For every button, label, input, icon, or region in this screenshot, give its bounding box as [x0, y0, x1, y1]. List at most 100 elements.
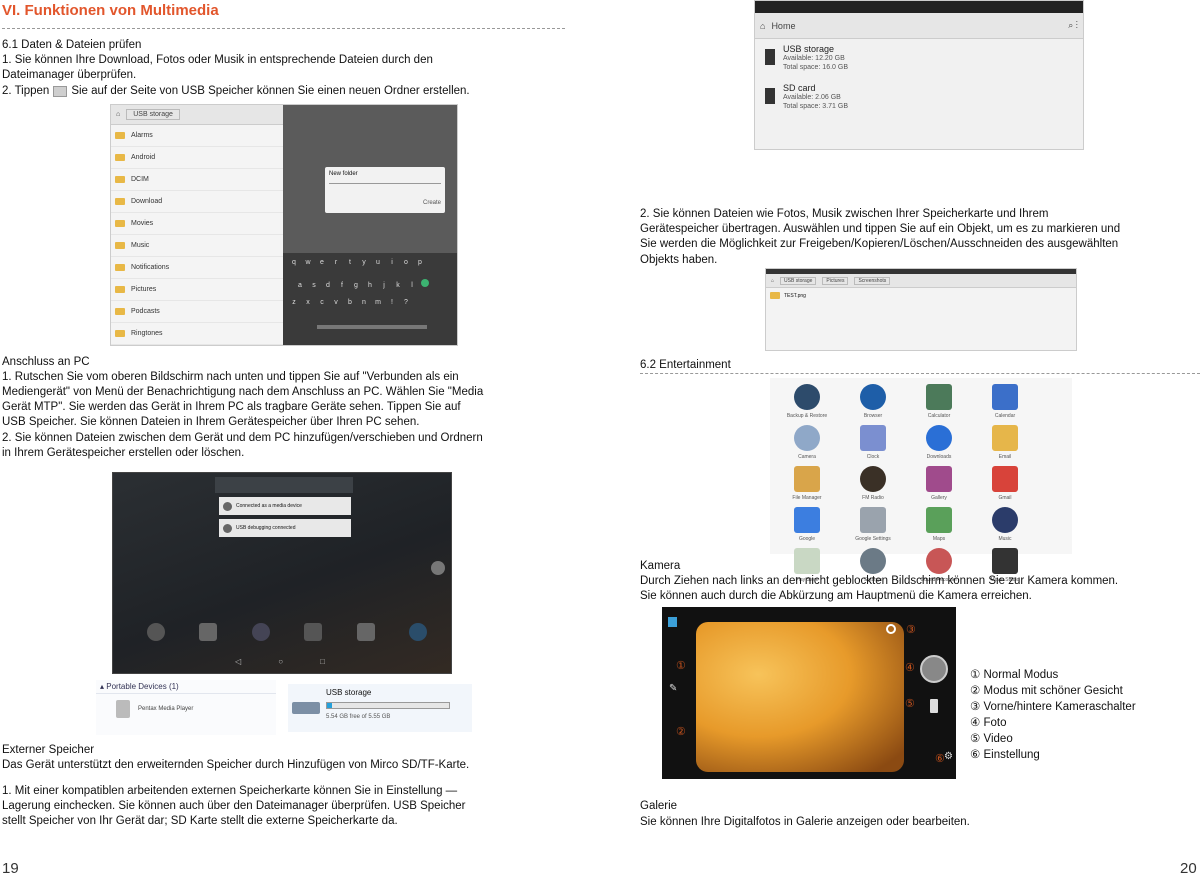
section-title: Externer Speicher: [2, 744, 95, 756]
apps-drawer-icon: [431, 561, 445, 575]
file-manager-screenshot: ⌂ USB storage ⌕ ⋮ Alarms Android DCIM Do…: [110, 104, 458, 346]
home-icon: ○: [278, 657, 284, 666]
dialog-input: [329, 183, 441, 184]
notification-item: USB debugging connected: [219, 519, 351, 537]
app-camera: Camera: [774, 425, 840, 460]
notification-screenshot: Connected as a media device USB debuggin…: [112, 472, 452, 674]
sd-card-icon: [765, 88, 775, 104]
go-key: [420, 279, 429, 287]
kb-row: qwertyuiop: [292, 259, 422, 266]
usb-icon: [223, 501, 232, 511]
section-title: Galerie: [640, 800, 678, 812]
paragraph-text: Sie auf der Seite von USB Speicher könne…: [71, 85, 470, 97]
usb-label: USB storage: [326, 688, 372, 697]
app-gallery: Gallery: [906, 466, 972, 501]
paragraph-text: 2. Tippen: [2, 85, 50, 97]
app-icon: [356, 623, 375, 641]
home-icon: ⌂: [760, 20, 766, 31]
breadcrumb: ⌂ USB storage Pictures Screenshots: [766, 274, 1076, 288]
media-player-icon: [116, 700, 130, 718]
app-gmail: Gmail: [972, 466, 1038, 501]
app-google-settings: Google Settings: [840, 507, 906, 542]
back-icon: ◁: [235, 657, 242, 666]
app-downloads: Downloads: [906, 425, 972, 460]
home-icon: ⌂: [116, 111, 121, 118]
legend-item: ③ Vorne/hintere Kameraschalter: [970, 701, 1136, 713]
keyboard: qwertyuiop asdfghjkl z x c v b n m!?: [287, 259, 457, 343]
settings-icon: ⚙: [944, 751, 953, 762]
folder-item: Alarms: [111, 125, 283, 147]
folder-icon: [115, 176, 125, 183]
paragraph-line: Gerätespeicher übertragen. Auswählen und…: [640, 223, 1121, 235]
paragraph-line: in Ihrem Gerätespeicher erstellen oder l…: [2, 447, 245, 459]
paragraph-line: Sie werden die Möglichkeit zur Freigeben…: [640, 238, 1119, 250]
home-icon: ⌂: [771, 277, 775, 284]
folder-icon: [115, 198, 125, 205]
folder-item: Download: [111, 191, 283, 213]
folder-icon: [115, 132, 125, 139]
sd-card-icon: [765, 49, 775, 65]
radio-icon: [860, 466, 886, 492]
app-maps: Maps: [906, 507, 972, 542]
settings-icon: [860, 548, 886, 574]
paragraph-line: Mediengerät" von Menü der Benachrichtigu…: [2, 386, 484, 398]
notif-header: [215, 477, 353, 493]
paragraph-line: 2. Tippen Sie auf der Seite von USB Spei…: [2, 84, 470, 99]
email-icon: [992, 425, 1018, 451]
folder-item: Ringtones: [111, 323, 283, 345]
section-title: Kamera: [640, 560, 681, 572]
app-fm-radio: FM Radio: [840, 466, 906, 501]
marker-5: ⑤: [905, 698, 915, 710]
section-title: 6.2 Entertainment: [640, 359, 731, 371]
paragraph-line: stellt Speicher von Ihr Gerät dar; SD Ka…: [2, 815, 398, 827]
folder-icon: [115, 242, 125, 249]
paragraph-line: 1. Rutschen Sie vom oberen Bildschirm na…: [2, 371, 459, 383]
folder-item: Music: [111, 235, 283, 257]
folder-item: Android: [111, 147, 283, 169]
fm-tab: USB storage: [126, 109, 180, 120]
app-backup: Backup & Restore: [774, 384, 840, 419]
image-file-icon: [770, 292, 780, 299]
file-item: TEST.png: [766, 288, 1076, 303]
divider: [2, 28, 565, 29]
app-email: Email: [972, 425, 1038, 460]
paragraph-line: Lagerung einchecken. Sie können auch übe…: [2, 800, 466, 812]
play-store-icon: [794, 548, 820, 574]
storage-screenshot: ⌂ Home ⌕ ⋮ USB storage Available: 12.20 G…: [754, 0, 1084, 150]
legend-item: ⑤ Video: [970, 733, 1013, 745]
folder-list: Alarms Android DCIM Download Movies Musi…: [111, 125, 283, 345]
paragraph-line: 1. Mit einer kompatiblen arbeitenden ext…: [2, 785, 458, 797]
folder-icon: [115, 154, 125, 161]
paragraph-line: 1. Sie können Ihre Download, Fotos oder …: [2, 54, 433, 66]
camera-preview: [696, 622, 904, 772]
new-folder-icon: [53, 85, 68, 97]
status-bar: [755, 1, 1083, 13]
marker-2: ②: [676, 726, 686, 738]
paragraph-line: Sie können Ihre Digitalfotos in Galerie …: [640, 816, 970, 828]
backup-icon: [794, 384, 820, 410]
recorder-icon: [926, 548, 952, 574]
space-bar: [317, 325, 427, 329]
dock: [147, 623, 427, 645]
app-icon: [408, 623, 427, 641]
dialog-title: New folder: [329, 171, 358, 177]
recents-icon: □: [320, 657, 325, 666]
portable-devices-panel: ▴ Portable Devices (1) Pentax Media Play…: [96, 680, 276, 735]
legend-item: ① Normal Modus: [970, 669, 1059, 681]
usb-usage-fill: [327, 703, 332, 708]
legend-item: ④ Foto: [970, 717, 1007, 729]
marker-4: ④: [905, 662, 915, 674]
new-folder-dialog: New folder Create: [325, 167, 445, 213]
calendar-icon: [992, 384, 1018, 410]
shutter-icon: [920, 655, 948, 683]
kb-row: z x c v b n m!?: [292, 299, 408, 306]
app-icon: [147, 623, 165, 641]
camera-screenshot: ✎ ① ② ③ ④ ⑤ ⑥ ⚙: [662, 607, 956, 779]
app-music: Music: [972, 507, 1038, 542]
paragraph-line: Dateimanager überprüfen.: [2, 69, 137, 81]
section-title: Anschluss an PC: [2, 356, 90, 368]
legend-item: ⑥ Einstellung: [970, 749, 1040, 761]
app-google: Google: [774, 507, 840, 542]
divider: [640, 373, 1200, 374]
notification-item: Connected as a media device: [219, 497, 351, 515]
